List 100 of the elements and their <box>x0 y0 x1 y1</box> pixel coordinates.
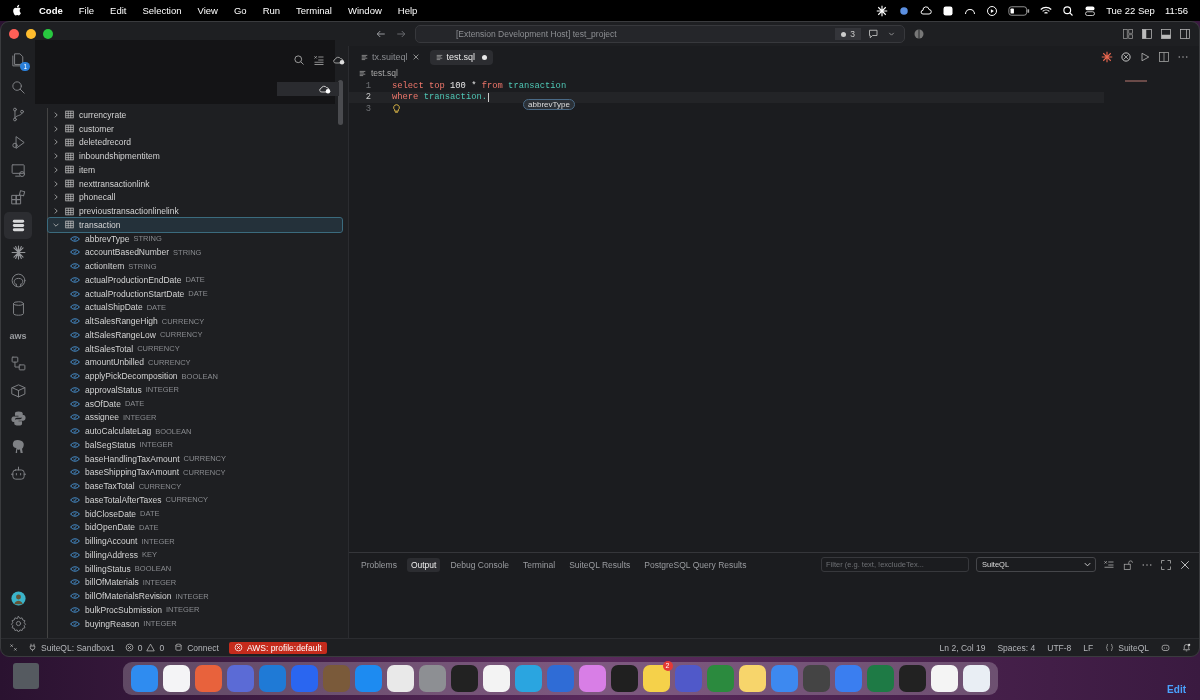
menu-item[interactable]: Selection <box>142 5 182 16</box>
menu-item[interactable]: View <box>197 5 218 16</box>
toggles-icon[interactable] <box>1084 4 1097 17</box>
split-editor-icon[interactable] <box>1158 51 1170 63</box>
bell-icon[interactable] <box>1182 643 1191 652</box>
diagram-icon[interactable] <box>9 354 27 372</box>
search-icon[interactable] <box>293 54 305 66</box>
command-center[interactable]: [Extension Development Host] test_project 3 <box>415 25 905 43</box>
back-arrow-icon[interactable] <box>375 28 387 40</box>
play-bug-icon[interactable] <box>9 134 27 152</box>
app-icon[interactable] <box>386 665 414 692</box>
chat-icon[interactable] <box>868 28 880 40</box>
chevron-right-icon[interactable] <box>52 179 60 188</box>
menu-item[interactable]: File <box>78 5 95 16</box>
problems-status[interactable]: 0 0 <box>124 642 165 653</box>
activity-bar-button[interactable] <box>4 211 32 240</box>
scrollbar-thumb[interactable] <box>338 80 343 125</box>
panel-tab[interactable]: SuiteQL Results <box>565 557 635 572</box>
chevron-right-icon[interactable] <box>52 124 60 133</box>
indentation-status[interactable]: Spaces: 4 <box>997 642 1036 653</box>
panel-toggle-icon[interactable] <box>1160 28 1172 40</box>
monitor-icon[interactable] <box>9 161 27 179</box>
avatar-icon[interactable] <box>9 590 27 607</box>
table-tree-item[interactable]: previoustransactionlinelink <box>48 204 345 218</box>
sidebar-toggle-icon[interactable] <box>1141 28 1153 40</box>
minimize-window-button[interactable] <box>26 29 36 39</box>
layout-icon[interactable] <box>1122 28 1134 40</box>
settings-icon[interactable] <box>9 615 27 632</box>
changes-badge[interactable]: 3 <box>835 28 861 40</box>
zoom-window-button[interactable] <box>43 29 53 39</box>
table-tree-item[interactable]: currencyrate <box>48 108 345 122</box>
play-icon[interactable] <box>1139 51 1151 63</box>
forward-arrow-icon[interactable] <box>395 28 407 40</box>
play-circle-icon[interactable] <box>986 4 999 17</box>
box-icon[interactable] <box>9 382 27 400</box>
panel-tab[interactable]: Terminal <box>519 557 560 572</box>
editor-tab[interactable]: test.sql <box>429 49 494 65</box>
app-icon[interactable] <box>610 665 638 692</box>
app-icon[interactable] <box>930 665 958 692</box>
breadcrumb-item[interactable]: test.sql <box>371 68 398 78</box>
cloud-add-icon[interactable] <box>333 54 345 66</box>
battery-icon[interactable] <box>1008 4 1031 17</box>
secondary-sidebar-icon[interactable] <box>1179 28 1191 40</box>
desktop-label[interactable]: Edit <box>1167 684 1186 695</box>
encoding-status[interactable]: UTF-8 <box>1047 642 1072 653</box>
suggestion-hint[interactable]: abbrevType <box>523 99 575 111</box>
menu-item[interactable]: Help <box>397 5 418 16</box>
chevron-right-icon[interactable] <box>52 193 60 202</box>
table-tree-item[interactable]: phonecall <box>48 190 345 205</box>
app-icon[interactable] <box>162 665 190 692</box>
panel-tab[interactable]: Problems <box>357 557 401 572</box>
snake-logo-icon[interactable] <box>9 410 27 427</box>
editor-tab[interactable]: tx.suiteql <box>355 49 426 65</box>
chevron-right-icon[interactable] <box>52 152 60 161</box>
cursor-position[interactable]: Ln 2, Col 19 <box>939 642 986 653</box>
connection-row[interactable] <box>277 82 339 96</box>
connect-status[interactable]: Connect <box>174 642 219 653</box>
connection-status[interactable]: SuiteQL: Sandbox1 <box>28 642 115 653</box>
menu-item[interactable]: Edit <box>110 5 127 16</box>
table-tree-item[interactable]: item <box>48 163 345 177</box>
unlock-icon[interactable] <box>1122 558 1134 571</box>
chevron-right-icon[interactable] <box>52 138 60 147</box>
menu-app-name[interactable]: Code <box>39 5 63 16</box>
table-tree-item[interactable]: customer <box>48 121 345 136</box>
half-circle-icon[interactable] <box>913 28 925 40</box>
circle-icon[interactable] <box>898 4 911 17</box>
caret-icon[interactable] <box>1083 560 1092 569</box>
table-tree-item[interactable]: deletedrecord <box>48 135 345 150</box>
remote-icon[interactable] <box>9 643 18 652</box>
circle-logo-icon[interactable] <box>9 272 27 290</box>
apple-logo-icon[interactable] <box>12 4 23 17</box>
chevron-right-icon[interactable] <box>52 207 60 216</box>
knot-logo-icon[interactable] <box>1120 51 1132 63</box>
app-icon[interactable] <box>738 665 766 692</box>
app-icon[interactable] <box>962 665 990 692</box>
menu-item[interactable]: Go <box>233 5 247 16</box>
menu-item[interactable]: Terminal <box>296 5 332 16</box>
close-window-button[interactable] <box>9 29 19 39</box>
aws-profile-status[interactable]: AWS: profile:default <box>228 641 327 654</box>
close-icon[interactable] <box>411 53 420 61</box>
cloud-upload-icon[interactable] <box>920 4 933 17</box>
collapse-list-icon[interactable] <box>313 54 325 66</box>
clear-list-icon[interactable] <box>1103 558 1115 571</box>
line-ending-status[interactable]: LF <box>1083 642 1094 653</box>
panel-tab[interactable]: PostgreSQL Query Results <box>640 557 751 572</box>
table-tree-item[interactable]: nexttransactionlink <box>48 176 345 191</box>
maximize-icon[interactable] <box>1160 558 1172 571</box>
search-icon[interactable] <box>1062 4 1075 17</box>
language-mode[interactable]: SuiteQL <box>1105 642 1149 653</box>
app-icon[interactable] <box>482 665 510 692</box>
activity-bar-button[interactable]: aws <box>1 321 35 350</box>
menu-item[interactable]: Window <box>348 5 382 16</box>
chevron-right-icon[interactable] <box>52 110 60 119</box>
unsaved-dot-icon[interactable] <box>482 54 488 60</box>
close-icon[interactable] <box>1179 558 1191 571</box>
cloud-add-icon[interactable] <box>319 83 331 95</box>
chevron-right-icon[interactable] <box>52 165 60 174</box>
panel-tab[interactable]: Output <box>406 557 441 572</box>
robot-icon[interactable] <box>9 465 27 483</box>
blocks-icon[interactable] <box>9 189 27 207</box>
